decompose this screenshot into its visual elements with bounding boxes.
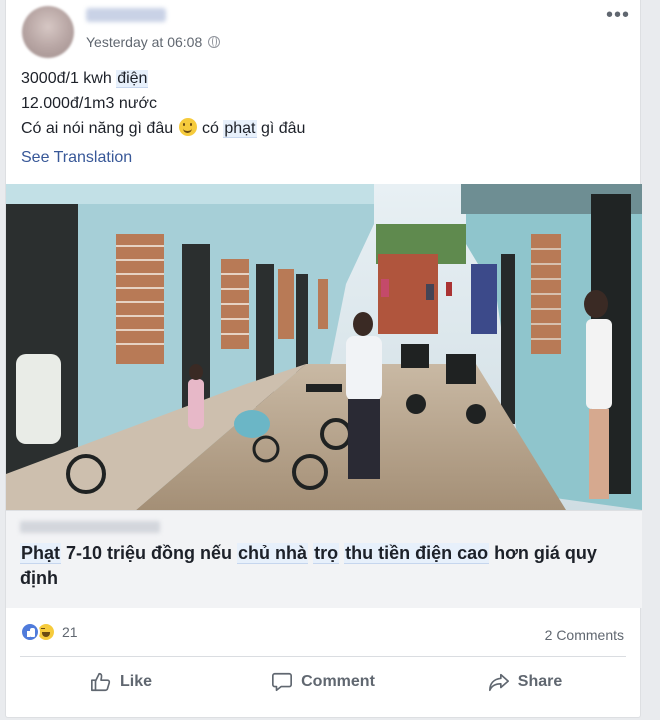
link-title[interactable]: Phạt 7-10 triệu đồng nếu chủ nhà trọ thu… <box>20 541 620 591</box>
post-line-1: 3000đ/1 kwh điện <box>21 70 149 88</box>
post-line-2: 12.000đ/1m3 nước <box>21 95 157 112</box>
like-reaction-icon <box>20 622 40 642</box>
highlighted-word[interactable]: điện <box>116 70 149 88</box>
divider <box>20 656 626 657</box>
post-line-3: Có ai nói năng gì đâu có phạt gì đâu <box>21 118 306 138</box>
link-domain <box>20 521 160 533</box>
share-button[interactable]: Share <box>424 660 626 704</box>
timestamp[interactable]: Yesterday at 06:08 <box>86 34 202 50</box>
smile-icon <box>178 118 197 136</box>
share-icon <box>488 673 509 692</box>
more-icon[interactable]: ••• <box>606 5 630 25</box>
see-translation-link[interactable]: See Translation <box>21 149 132 167</box>
reaction-count[interactable]: 21 <box>62 624 78 640</box>
like-icon <box>90 672 111 692</box>
reaction-summary[interactable]: 21 <box>20 622 78 642</box>
author-name[interactable] <box>86 8 166 22</box>
post-meta: Yesterday at 06:08 <box>86 34 221 50</box>
comment-button[interactable]: Comment <box>222 660 424 704</box>
link-meta[interactable]: Phạt 7-10 triệu đồng nếu chủ nhà trọ thu… <box>6 510 642 608</box>
comment-icon <box>272 672 293 692</box>
highlighted-word[interactable]: phạt <box>223 120 257 138</box>
post-card: Yesterday at 06:08 ••• 3000đ/1 kwh điện … <box>5 0 642 718</box>
share-label: Share <box>517 673 563 690</box>
like-button[interactable]: Like <box>20 660 222 704</box>
action-bar: Like Comment Share <box>20 660 626 704</box>
globe-icon[interactable] <box>208 36 221 48</box>
post-text: 3000đ/1 kwh điện 12.000đ/1m3 nước Có ai … <box>21 66 305 141</box>
like-label: Like <box>119 673 152 690</box>
comment-label: Comment <box>301 673 375 690</box>
comment-count[interactable]: 2 Comments <box>545 627 624 643</box>
link-image[interactable] <box>6 184 642 510</box>
avatar[interactable] <box>22 6 74 58</box>
link-preview[interactable]: Phạt 7-10 triệu đồng nếu chủ nhà trọ thu… <box>6 184 642 608</box>
